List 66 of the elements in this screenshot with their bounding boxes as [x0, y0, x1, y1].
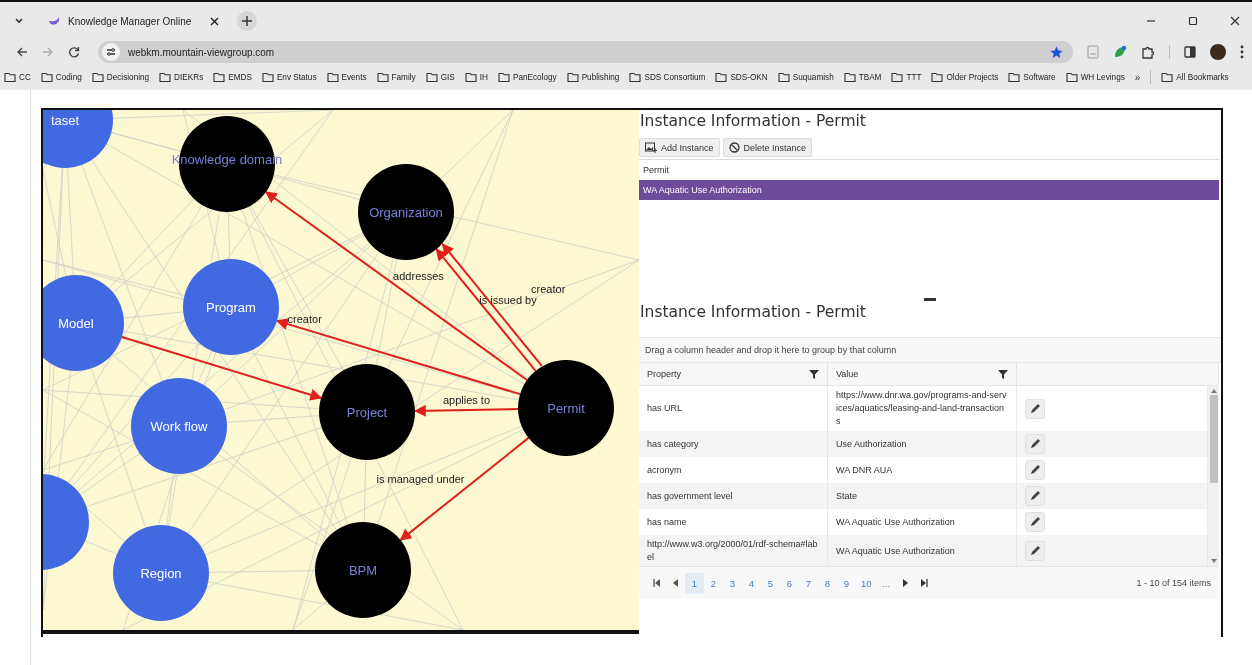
page-link[interactable]: 4	[742, 572, 761, 594]
bookmark-item[interactable]: Software	[1008, 71, 1056, 83]
column-header: Permit	[642, 164, 670, 177]
bookmark-item[interactable]: TBAM	[843, 71, 882, 83]
bookmark-item[interactable]: IH	[464, 71, 488, 83]
column-header[interactable]: Property	[639, 363, 828, 385]
bookmark-item[interactable]: TTT	[891, 71, 922, 83]
bookmark-item[interactable]: Older Projects	[931, 71, 999, 83]
bookmark-item[interactable]: WH Levings	[1065, 71, 1125, 83]
list-row[interactable]: WA Aquatic Use Authorization	[639, 180, 1219, 200]
page-link[interactable]: ...	[876, 572, 896, 594]
page-link[interactable]: 10	[856, 572, 877, 594]
page-link[interactable]: 8	[818, 572, 837, 594]
bookmark-item[interactable]: Events	[326, 71, 367, 83]
edge-label: creator	[531, 282, 566, 295]
group-drop-area: Drag a column header and drop it here to group by that column	[639, 337, 1221, 363]
bookmark-item[interactable]: Suquamish	[777, 71, 834, 83]
tab-title: Knowledge Manager Online	[68, 15, 193, 27]
bookmark-item[interactable]: EMDS	[213, 71, 252, 83]
pager-summary: 1 - 10 of 154 items	[1136, 578, 1211, 588]
bookmark-item[interactable]: Family	[376, 71, 416, 83]
node-label: Program	[206, 300, 256, 315]
add-instance-button[interactable]: Add Instance	[639, 138, 720, 157]
node-label: Model	[58, 316, 94, 331]
node-label: Project	[346, 405, 388, 420]
edge-label: is managed under	[376, 473, 465, 485]
table-cell: has category	[639, 431, 828, 457]
page-link[interactable]: 1	[685, 572, 704, 594]
url-text: webkm.mountain-viewgroup.com	[128, 46, 275, 58]
table-cell: has government level	[639, 483, 828, 509]
bookmark-item[interactable]: Coding	[40, 71, 82, 83]
address-bar[interactable]: webkm.mountain-viewgroup.com	[98, 41, 1073, 63]
table-cell: Use Authorization	[828, 431, 1017, 457]
edge-label: applies to	[442, 394, 491, 406]
bookmark-item[interactable]: SDS Consortium	[629, 71, 706, 83]
bookmark-item[interactable]: DIEKRs	[159, 71, 204, 83]
bookmark-item[interactable]: All Bookmarks	[1161, 71, 1229, 83]
node-label: Organization	[369, 205, 443, 220]
delete-instance-button[interactable]: Delete Instance	[722, 138, 813, 157]
bookmarks-overflow[interactable]: »	[1134, 71, 1141, 83]
page-link[interactable]: 9	[837, 572, 856, 594]
node-label: Permit	[547, 401, 585, 416]
browser-tab[interactable]: Knowledge Manager Online	[38, 8, 229, 34]
bookmark-item[interactable]: PanEcology	[497, 71, 557, 83]
page-link[interactable]: 3	[723, 572, 742, 594]
bookmark-item[interactable]: Decisioning	[91, 71, 150, 83]
node-label: Work flow	[150, 419, 208, 434]
node-label: Region	[140, 566, 182, 581]
node-label: BPM	[348, 563, 378, 578]
column-header[interactable]: Value	[828, 363, 1017, 385]
bookmark-item[interactable]: SDS-OKN	[715, 71, 768, 83]
bookmark-item[interactable]: Publishing	[566, 71, 620, 83]
bookmark-item[interactable]: CC	[4, 71, 31, 83]
edge-label: is issued by	[479, 294, 537, 306]
panel-title: Instance Information - Permit	[639, 302, 867, 323]
edge-label: addresses	[393, 270, 444, 282]
node-label: taset	[50, 113, 80, 128]
edge-label: creator	[287, 313, 322, 326]
page-link[interactable]: 7	[799, 572, 818, 594]
table-cell: State	[828, 483, 1017, 509]
bookmark-item[interactable]: Env Status	[261, 71, 317, 83]
page-link[interactable]: 6	[780, 572, 799, 594]
page-link[interactable]: 2	[704, 572, 723, 594]
page-link[interactable]: 5	[761, 572, 780, 594]
panel-title: Instance Information - Permit	[639, 111, 867, 132]
bookmark-item[interactable]: GIS	[425, 71, 455, 83]
